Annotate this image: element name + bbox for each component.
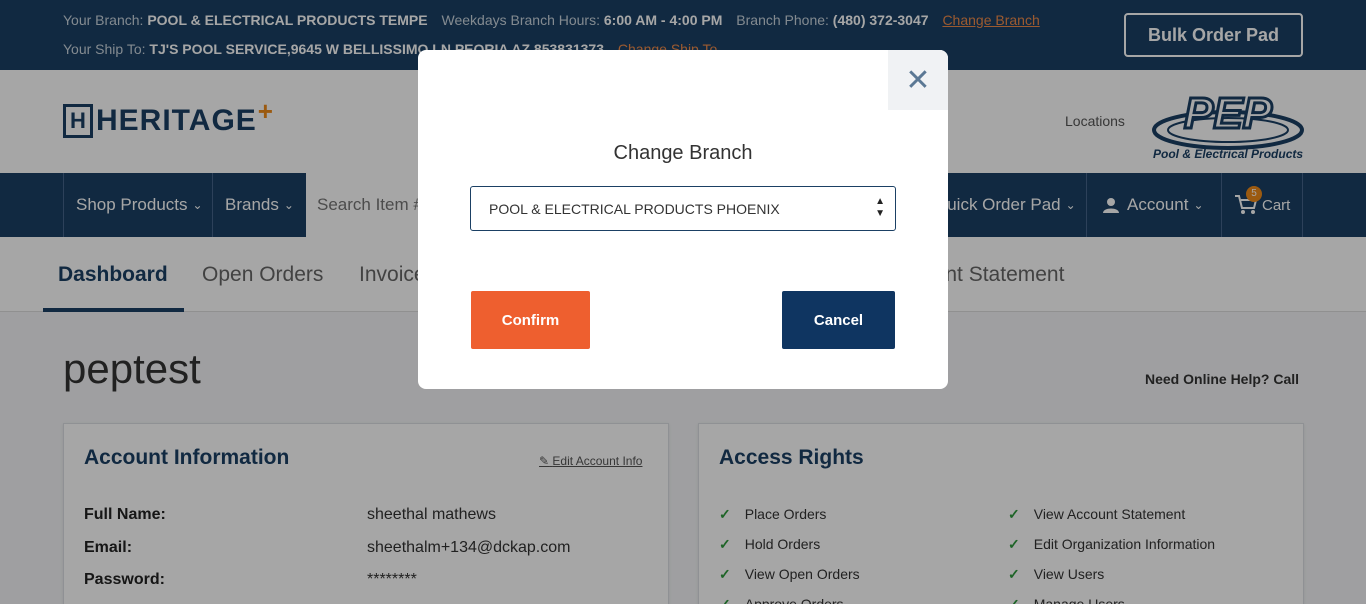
cancel-button[interactable]: Cancel (782, 291, 895, 349)
close-icon[interactable]: ✕ (888, 50, 948, 110)
confirm-button[interactable]: Confirm (471, 291, 590, 349)
modal-title: Change Branch (613, 142, 753, 164)
branch-select-value: POOL & ELECTRICAL PRODUCTS PHOENIX (489, 200, 780, 217)
change-branch-modal: ✕ Change Branch POOL & ELECTRICAL PRODUC… (418, 50, 948, 389)
select-arrows-icon: ▲ ▼ (875, 196, 885, 219)
branch-select[interactable]: POOL & ELECTRICAL PRODUCTS PHOENIX ▲ ▼ (470, 186, 896, 231)
